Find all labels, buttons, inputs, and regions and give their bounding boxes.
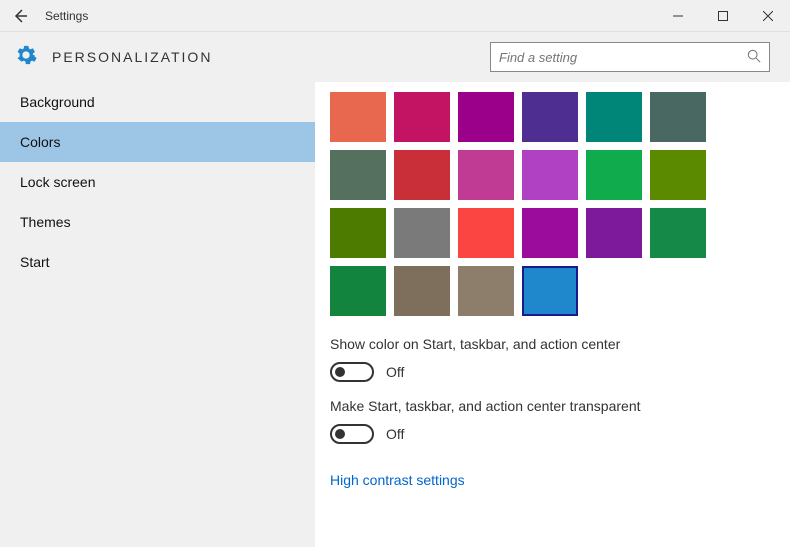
main-content: Show color on Start, taskbar, and action…: [315, 82, 790, 547]
high-contrast-link[interactable]: High contrast settings: [330, 472, 465, 488]
color-swatch[interactable]: [522, 266, 578, 316]
sidebar: Background Colors Lock screen Themes Sta…: [0, 82, 315, 547]
color-swatch-grid: [330, 92, 720, 316]
minimize-button[interactable]: [655, 0, 700, 32]
transparent-toggle[interactable]: [330, 424, 374, 444]
color-swatch[interactable]: [458, 266, 514, 316]
color-swatch[interactable]: [394, 150, 450, 200]
sidebar-item-background[interactable]: Background: [0, 82, 315, 122]
sidebar-item-colors[interactable]: Colors: [0, 122, 315, 162]
color-swatch[interactable]: [650, 208, 706, 258]
settings-gear-icon: [15, 44, 37, 71]
color-swatch[interactable]: [394, 266, 450, 316]
color-swatch[interactable]: [586, 208, 642, 258]
color-swatch[interactable]: [458, 92, 514, 142]
color-swatch[interactable]: [330, 266, 386, 316]
color-swatch[interactable]: [522, 208, 578, 258]
search-icon: [747, 49, 761, 66]
search-input[interactable]: [499, 50, 747, 65]
color-swatch[interactable]: [522, 150, 578, 200]
transparent-state: Off: [386, 426, 404, 442]
page-title: PERSONALIZATION: [52, 49, 212, 65]
show-color-toggle[interactable]: [330, 362, 374, 382]
color-swatch[interactable]: [522, 92, 578, 142]
color-swatch[interactable]: [650, 150, 706, 200]
sidebar-item-lock-screen[interactable]: Lock screen: [0, 162, 315, 202]
back-button[interactable]: [0, 0, 40, 32]
color-swatch[interactable]: [650, 92, 706, 142]
color-swatch[interactable]: [330, 208, 386, 258]
sidebar-item-themes[interactable]: Themes: [0, 202, 315, 242]
color-swatch[interactable]: [458, 208, 514, 258]
color-swatch[interactable]: [586, 92, 642, 142]
color-swatch[interactable]: [394, 208, 450, 258]
sidebar-item-start[interactable]: Start: [0, 242, 315, 282]
maximize-button[interactable]: [700, 0, 745, 32]
search-box[interactable]: [490, 42, 770, 72]
show-color-state: Off: [386, 364, 404, 380]
color-swatch[interactable]: [458, 150, 514, 200]
color-swatch[interactable]: [394, 92, 450, 142]
window-title: Settings: [40, 9, 88, 23]
close-button[interactable]: [745, 0, 790, 32]
color-swatch[interactable]: [330, 150, 386, 200]
color-swatch[interactable]: [586, 150, 642, 200]
color-swatch[interactable]: [330, 92, 386, 142]
transparent-label: Make Start, taskbar, and action center t…: [330, 398, 775, 414]
show-color-label: Show color on Start, taskbar, and action…: [330, 336, 775, 352]
